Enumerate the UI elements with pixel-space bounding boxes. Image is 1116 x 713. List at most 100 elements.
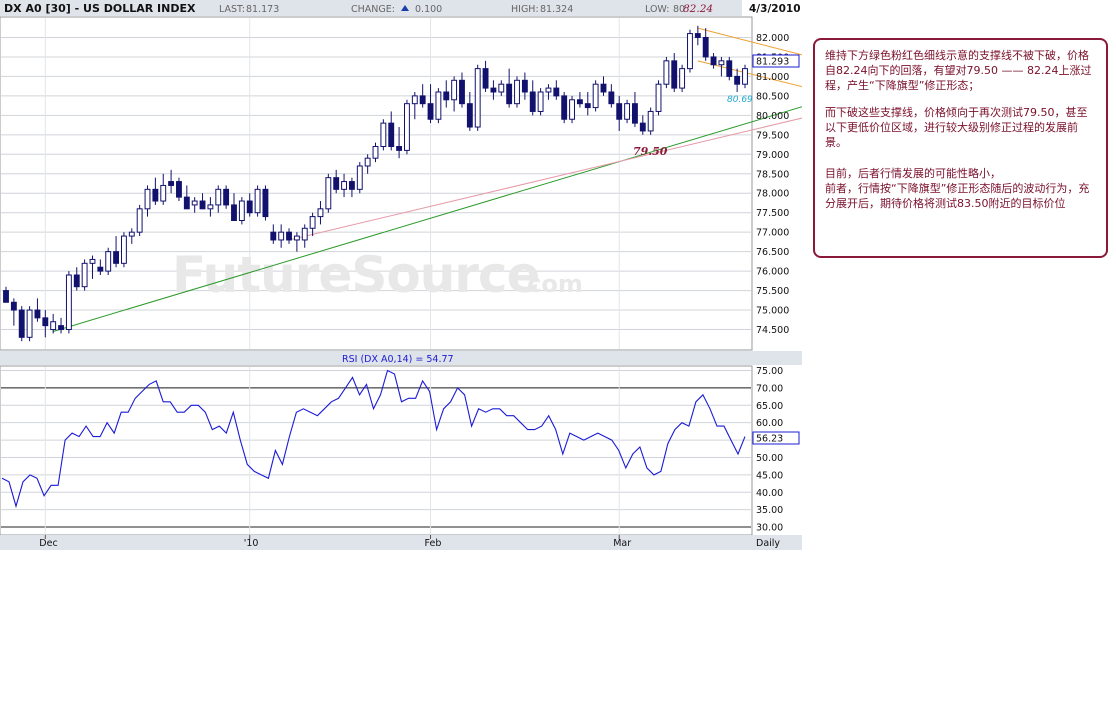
rsi-tick-label: 30.00 <box>756 523 783 534</box>
candle-body <box>333 177 340 190</box>
analysis-paragraph-3a: 目前，后者行情发展的可能性略小， <box>825 167 1001 180</box>
candle-body <box>411 95 418 105</box>
candle-body <box>498 83 505 93</box>
candle-body <box>671 60 678 89</box>
candle-body <box>356 165 363 190</box>
candle-body <box>89 258 96 264</box>
candle-body <box>561 95 568 120</box>
x-tick-label: Feb <box>425 538 442 549</box>
candle-body <box>372 146 379 159</box>
candle-body <box>73 274 80 288</box>
date-label: 4/3/2010 <box>749 3 801 15</box>
chart-area: DX A0 [30] - US DOLLAR INDEX LAST: 81.17… <box>0 0 802 550</box>
candle-body <box>584 103 591 109</box>
rsi-tick-label: 65.00 <box>756 401 783 412</box>
timeframe-label: Daily <box>756 538 780 549</box>
candle-body <box>474 68 481 128</box>
candle-body <box>726 60 733 77</box>
candle-body <box>215 188 222 206</box>
candle-body <box>545 87 552 93</box>
candle-body <box>238 200 245 221</box>
analysis-note-box: 维持下方绿色粉红色细线示意的支撑线不被下破，价格自82.24向下的回落，有望对7… <box>813 38 1108 258</box>
price-tick-label: 76.500 <box>756 247 789 258</box>
candle-body <box>742 68 748 85</box>
candle-body <box>120 235 127 264</box>
price-tick-label: 79.000 <box>756 150 789 161</box>
candle-body <box>482 68 489 89</box>
high-label: HIGH: <box>511 4 539 15</box>
price-tick-label: 82.000 <box>756 33 789 44</box>
candle-body <box>113 251 120 264</box>
candle-body <box>65 274 72 331</box>
candle-body <box>293 235 300 241</box>
candle-body <box>537 91 544 112</box>
candle-body <box>364 157 371 167</box>
candle-body <box>262 188 269 218</box>
candle-body <box>286 231 292 241</box>
price-tick-label: 80.500 <box>756 91 789 102</box>
watermark-suffix: .com <box>518 270 583 298</box>
candle-body <box>506 83 513 105</box>
candle-body <box>136 208 143 233</box>
candle-body <box>702 36 709 58</box>
candle-body <box>231 204 237 221</box>
price-tick-label: 78.000 <box>756 189 789 200</box>
price-badge: 81.293 <box>756 57 789 68</box>
candle-body <box>600 83 607 93</box>
candle-body <box>694 33 701 38</box>
price-tick-label: 77.500 <box>756 208 789 219</box>
price-tick-label: 81.000 <box>756 72 789 83</box>
candle-body <box>10 301 17 311</box>
price-ticks: 74.500 75.000 75.500 76.000 76.500 77.000 77.5… <box>756 33 789 336</box>
last-label: LAST: <box>219 4 245 15</box>
candle-body <box>427 103 434 120</box>
candle-body <box>183 196 190 210</box>
candle-body <box>569 99 575 120</box>
candle-body <box>679 68 686 89</box>
x-tick-label: Mar <box>613 538 631 549</box>
price-tick-label: 74.500 <box>756 325 789 336</box>
candle-body <box>168 181 175 186</box>
price-tick-label: 75.500 <box>756 286 789 297</box>
candle-body <box>514 79 520 105</box>
candle-body <box>529 91 536 112</box>
candle-body <box>396 146 403 151</box>
candle-body <box>128 231 135 237</box>
candle-body <box>521 79 528 93</box>
price-tick-label: 76.000 <box>756 267 789 278</box>
candle-body <box>270 231 277 241</box>
candle-body <box>309 216 316 229</box>
chart-svg: DX A0 [30] - US DOLLAR INDEX LAST: 81.17… <box>0 0 802 550</box>
rsi-tick-label: 75.00 <box>756 366 783 377</box>
candle-body <box>710 56 717 66</box>
candle-body <box>160 184 167 202</box>
candle-body <box>576 99 583 105</box>
change-label: CHANGE: <box>351 4 395 15</box>
candle-body <box>404 103 410 151</box>
candle-body <box>380 122 387 148</box>
x-axis-bar <box>0 535 802 550</box>
candle-body <box>152 188 159 202</box>
rsi-tick-label: 35.00 <box>756 505 783 516</box>
candle-body <box>466 103 473 128</box>
candle-body <box>663 60 670 85</box>
candle-body <box>459 79 465 105</box>
candle-body <box>655 83 662 112</box>
analysis-paragraph-3b: 前者，行情按“下降旗型”修正形态随后的波动行为，充分展开后，期待价格将测试83.… <box>825 182 1090 210</box>
rsi-tick-label: 70.00 <box>756 383 783 394</box>
candle-body <box>687 33 693 70</box>
analysis-paragraph-1: 维持下方绿色粉红色细线示意的支撑线不被下破，价格自82.24向下的回落，有望对7… <box>825 49 1092 92</box>
price-tick-label: 79.500 <box>756 130 789 141</box>
candle-body <box>341 181 347 190</box>
candle-body <box>325 177 332 210</box>
candle-body <box>81 262 88 288</box>
candle-body <box>553 87 560 97</box>
candle-body <box>58 325 64 331</box>
candle-body <box>254 188 261 214</box>
rsi-badge: 56.23 <box>756 434 783 445</box>
candle-body <box>176 181 182 198</box>
price-tick-label: 80.000 <box>756 111 789 122</box>
price-tick-label: 75.000 <box>756 306 789 317</box>
support-annotation: 80.69 <box>727 95 753 105</box>
candle-body <box>199 200 206 210</box>
